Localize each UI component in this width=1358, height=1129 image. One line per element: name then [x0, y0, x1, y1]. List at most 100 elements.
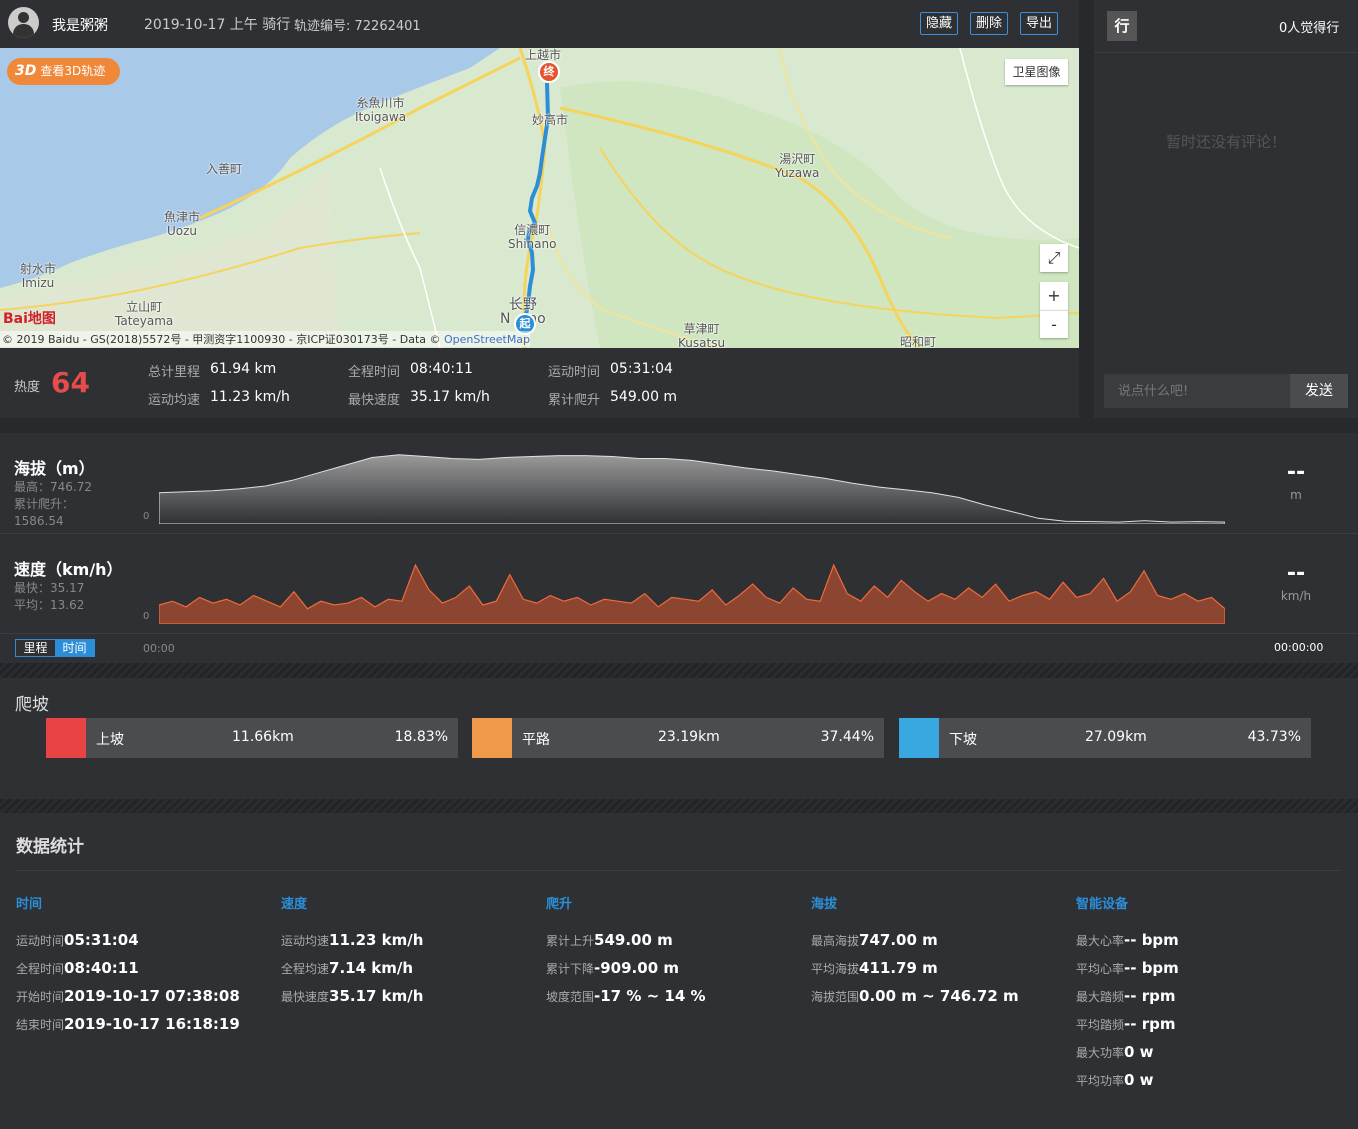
zoom-out-button[interactable]: -: [1040, 310, 1068, 338]
export-button[interactable]: 导出: [1020, 12, 1059, 35]
username[interactable]: 我是粥粥: [52, 15, 108, 35]
zoom-in-button[interactable]: +: [1040, 282, 1068, 310]
speed-current-value: --: [1286, 561, 1306, 586]
stat-row: 运动时间05:31:04: [16, 926, 276, 954]
speed-max: 最快：35.17: [14, 581, 85, 595]
stats-column-device: 智能设备 最大心率-- bpm 平均心率-- bpm 最大踏频-- rpm 平均…: [1076, 893, 1336, 1094]
stat-value: 549.00 m: [610, 389, 678, 405]
delete-button[interactable]: 删除: [970, 12, 1009, 35]
place-label: 魚津市 Uozu: [164, 210, 201, 238]
stats-column-altitude: 海拔 最高海拔747.00 m 平均海拔411.79 m 海拔范围0.00 m …: [811, 893, 1071, 1010]
stat-val: -- bpm: [1124, 931, 1179, 949]
place-label: 上越市: [525, 48, 562, 62]
stat-row: 海拔范围0.00 m ~ 746.72 m: [811, 982, 1071, 1010]
ride-info: 2019-10-17 上午 骑行: [144, 17, 291, 33]
heat-value: 64: [51, 366, 90, 399]
stat-key: 最大心率: [1076, 934, 1125, 948]
divider: [0, 533, 1358, 534]
place-label: 糸魚川市 Itoigawa: [355, 96, 407, 124]
stat-val: -17 % ~ 14 %: [594, 987, 706, 1005]
track-id: 轨迹编号: 72262401: [294, 19, 421, 34]
stat-key: 平均心率: [1076, 962, 1125, 976]
place-label: 立山町 Tateyama: [115, 300, 174, 328]
send-button[interactable]: 发送: [1290, 374, 1348, 408]
stat-key: 全程时间: [16, 962, 65, 976]
uphill-label: 上坡: [96, 732, 124, 748]
stat-label: 全程时间: [348, 365, 401, 380]
stat-label: 运动时间: [548, 365, 601, 380]
flat-percent: 37.44%: [820, 729, 874, 745]
like-icon[interactable]: 行: [1107, 11, 1137, 41]
view-3d-label: 查看3D轨迹: [40, 64, 106, 78]
stat-row: 平均心率-- bpm: [1076, 954, 1336, 982]
stat-val: 549.00 m: [594, 931, 673, 949]
place-label: 入善町: [206, 162, 243, 176]
stat-row: 累计上升549.00 m: [546, 926, 806, 954]
stat-row: 运动均速11.23 km/h: [281, 926, 541, 954]
stat-row: 最高海拔747.00 m: [811, 926, 1071, 954]
baidu-logo: Bai地图: [3, 311, 56, 327]
no-comment-text: 暂时还没有评论！: [1165, 133, 1286, 151]
stat-key: 全程均速: [281, 962, 330, 976]
stat-val: -- rpm: [1124, 1015, 1176, 1033]
heat-label: 热度: [14, 380, 41, 395]
speed-chart[interactable]: [159, 548, 1225, 624]
stat-key: 最大踏频: [1076, 990, 1125, 1004]
stat-val: 11.23 km/h: [329, 931, 424, 949]
stat-row: 开始时间2019-10-17 07:38:08: [16, 982, 276, 1010]
hide-button[interactable]: 隐藏: [920, 12, 959, 35]
stat-val: 0 w: [1124, 1043, 1154, 1061]
osm-link[interactable]: OpenStreetMap: [444, 333, 530, 346]
stat-row: 最大心率-- bpm: [1076, 926, 1336, 954]
toggle-distance[interactable]: 里程: [16, 640, 55, 656]
stat-row: 最大功率0 w: [1076, 1038, 1336, 1066]
stat-value: 35.17 km/h: [410, 389, 490, 405]
stat-key: 运动时间: [16, 934, 65, 948]
route-map[interactable]: 上越市 糸魚川市 Itoigawa 妙高市 湯沢町 Yuzawa 入善町 魚津市…: [0, 48, 1079, 348]
uphill-swatch: [46, 718, 86, 758]
flat-distance: 23.19km: [658, 729, 720, 745]
divider: [16, 870, 1341, 871]
speed-avg: 平均：13.62: [14, 598, 85, 612]
stat-val: 2019-10-17 07:38:08: [64, 987, 240, 1005]
comment-panel: [1094, 0, 1358, 418]
stat-row: 全程时间08:40:11: [16, 954, 276, 982]
fullscreen-icon[interactable]: ⤢: [1040, 244, 1068, 272]
toggle-time[interactable]: 时间: [55, 640, 94, 656]
satellite-button[interactable]: 卫星图像: [1005, 59, 1068, 85]
stat-val: 747.00 m: [859, 931, 938, 949]
stat-val: 411.79 m: [859, 959, 938, 977]
downhill-label: 下坡: [949, 732, 977, 748]
speed-area: [159, 563, 1225, 624]
speed-title: 速度（km/h）: [14, 560, 123, 579]
altitude-chart[interactable]: [159, 448, 1225, 524]
stats-column-climb: 爬升 累计上升549.00 m 累计下降-909.00 m 坡度范围-17 % …: [546, 893, 806, 1010]
altitude-climb-value: 1586.54: [14, 514, 64, 528]
stat-key: 最大功率: [1076, 1046, 1125, 1060]
time-end: 00:00:00: [1274, 641, 1324, 654]
column-heading: 海拔: [811, 897, 838, 912]
end-marker[interactable]: 终: [538, 61, 560, 83]
stat-key: 累计下降: [546, 962, 595, 976]
stats-column-time: 时间 运动时间05:31:04 全程时间08:40:11 开始时间2019-10…: [16, 893, 276, 1038]
stat-val: 0 w: [1124, 1071, 1154, 1089]
stat-key: 最快速度: [281, 990, 330, 1004]
avatar[interactable]: [8, 7, 39, 38]
stat-key: 累计上升: [546, 934, 595, 948]
uphill-distance: 11.66km: [232, 729, 294, 745]
downhill-percent: 43.73%: [1247, 729, 1301, 745]
stat-value: 05:31:04: [610, 361, 673, 377]
place-label: 射水市 Imizu: [20, 262, 57, 290]
place-label: 妙高市: [532, 113, 569, 127]
3d-badge: 3D: [15, 63, 37, 79]
map-copyright: © 2019 Baidu - GS(2018)5572号 - 甲测资字11009…: [0, 331, 531, 347]
view-3d-track-button[interactable]: 3D 查看3D轨迹: [7, 58, 120, 85]
comment-input[interactable]: [1104, 374, 1290, 408]
stat-label: 最快速度: [348, 393, 401, 408]
stat-val: 08:40:11: [64, 959, 139, 977]
axis-zero: 0: [143, 511, 150, 522]
climb-up-bar: 上坡 11.66km 18.83%: [46, 718, 458, 758]
stat-key: 结束时间: [16, 1018, 65, 1032]
stat-value: 08:40:11: [410, 361, 473, 377]
flat-swatch: [472, 718, 512, 758]
